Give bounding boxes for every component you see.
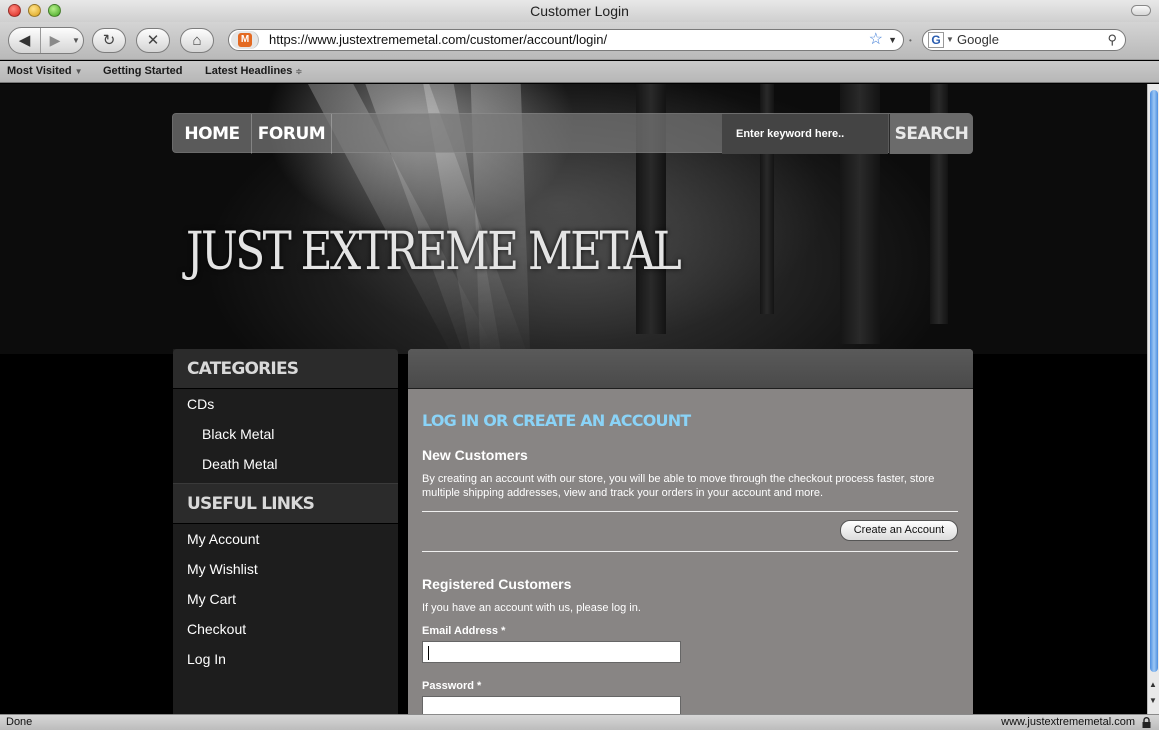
bookmark-label: Most Visited — [7, 65, 72, 77]
text-caret — [428, 646, 429, 660]
category-black-metal[interactable]: Black Metal — [173, 419, 398, 449]
status-bar: Done www.justextrememetal.com — [0, 714, 1159, 730]
link-my-cart[interactable]: My Cart — [173, 584, 398, 614]
nav-forum-link[interactable]: FORUM — [252, 114, 332, 154]
password-field[interactable] — [422, 696, 681, 714]
history-dropdown-icon[interactable]: ▼ — [69, 28, 83, 53]
nav-home-link[interactable]: HOME — [173, 114, 252, 154]
history-buttons: ◀ ▶ ▼ — [8, 27, 84, 54]
bookmarks-bar: Most Visited ▼ Getting Started Latest He… — [0, 61, 1159, 83]
bookmark-getting-started[interactable]: Getting Started — [103, 61, 182, 82]
status-text: Done — [6, 716, 33, 728]
bookmark-label: Latest Headlines — [205, 65, 293, 77]
web-search-bar[interactable]: G ▼ Google ⚲ — [922, 29, 1126, 51]
panel-header-bar — [408, 349, 973, 389]
category-death-metal[interactable]: Death Metal — [173, 449, 398, 479]
minimize-window-button[interactable] — [28, 4, 41, 17]
status-host: www.justextrememetal.com — [1001, 716, 1135, 728]
create-account-button[interactable]: Create an Account — [840, 520, 958, 541]
password-label: Password * — [422, 680, 482, 692]
zoom-window-button[interactable] — [48, 4, 61, 17]
useful-links-list: My Account My Wishlist My Cart Checkout … — [173, 524, 398, 674]
categories-heading: CATEGORIES — [173, 349, 398, 389]
site-logo[interactable]: JUST EXTREME METAL — [186, 222, 682, 282]
toolbar-toggle-button[interactable] — [1131, 5, 1151, 16]
link-checkout[interactable]: Checkout — [173, 614, 398, 644]
email-field[interactable] — [422, 641, 681, 663]
categories-list: CDs Black Metal Death Metal — [173, 389, 398, 484]
page-title: LOG IN OR CREATE AN ACCOUNT — [422, 411, 691, 430]
web-search-input[interactable]: Google — [957, 30, 999, 50]
browser-toolbar: ◀ ▶ ▼ ↻ ✕ ⌂ M https://www.justextrememet… — [0, 22, 1159, 60]
category-cds[interactable]: CDs — [173, 389, 398, 419]
login-panel: LOG IN OR CREATE AN ACCOUNT New Customer… — [408, 349, 973, 714]
rss-icon: ≑ — [295, 67, 303, 76]
url-dropdown-icon[interactable]: ▼ — [888, 30, 897, 50]
sidebar: CATEGORIES CDs Black Metal Death Metal U… — [173, 349, 398, 714]
close-window-button[interactable] — [8, 4, 21, 17]
page-viewport: HOME FORUM Enter keyword here.. SEARCH J… — [0, 84, 1147, 714]
vertical-scrollbar[interactable]: ▲ ▼ — [1147, 84, 1159, 714]
reload-button[interactable]: ↻ — [92, 28, 126, 53]
site-nav-bar: HOME FORUM Enter keyword here.. SEARCH — [172, 113, 973, 154]
divider — [422, 551, 958, 552]
registered-customers-text: If you have an account with us, please l… — [422, 602, 641, 614]
forward-button[interactable]: ▶ — [42, 28, 68, 53]
google-engine-icon[interactable]: G — [928, 32, 944, 48]
site-search-input[interactable]: Enter keyword here.. — [722, 114, 888, 154]
email-label: Email Address * — [422, 625, 506, 637]
link-my-wishlist[interactable]: My Wishlist — [173, 554, 398, 584]
divider — [422, 511, 958, 512]
back-button[interactable]: ◀ — [9, 28, 41, 53]
resize-grip-icon[interactable]: • — [909, 36, 912, 45]
site-search-button[interactable]: SEARCH — [889, 114, 973, 154]
stop-button[interactable]: ✕ — [136, 28, 170, 53]
new-customers-title: New Customers — [422, 447, 528, 463]
url-bar[interactable]: M https://www.justextrememetal.com/custo… — [228, 29, 904, 51]
chevron-down-icon: ▼ — [74, 67, 83, 76]
scroll-up-icon[interactable]: ▲ — [1149, 680, 1157, 689]
engine-dropdown-icon[interactable]: ▼ — [946, 30, 954, 50]
bookmark-latest-headlines[interactable]: Latest Headlines ≑ — [205, 61, 302, 82]
registered-customers-title: Registered Customers — [422, 576, 572, 592]
home-button[interactable]: ⌂ — [180, 28, 214, 53]
useful-links-heading: USEFUL LINKS — [173, 484, 398, 524]
url-text[interactable]: https://www.justextrememetal.com/custome… — [269, 30, 607, 50]
magnifier-icon[interactable]: ⚲ — [1107, 30, 1117, 50]
bookmark-star-icon[interactable]: ☆ — [869, 30, 883, 50]
link-log-in[interactable]: Log In — [173, 644, 398, 674]
scrollbar-thumb[interactable] — [1150, 90, 1158, 672]
new-customers-text: By creating an account with our store, y… — [422, 473, 935, 499]
site-identity-icon[interactable]: M — [231, 31, 259, 49]
window-titlebar: Customer Login — [0, 0, 1159, 22]
bookmark-most-visited[interactable]: Most Visited ▼ — [7, 61, 83, 82]
window-title: Customer Login — [530, 3, 629, 19]
lock-icon[interactable] — [1142, 717, 1151, 728]
scroll-down-icon[interactable]: ▼ — [1149, 696, 1157, 705]
link-my-account[interactable]: My Account — [173, 524, 398, 554]
